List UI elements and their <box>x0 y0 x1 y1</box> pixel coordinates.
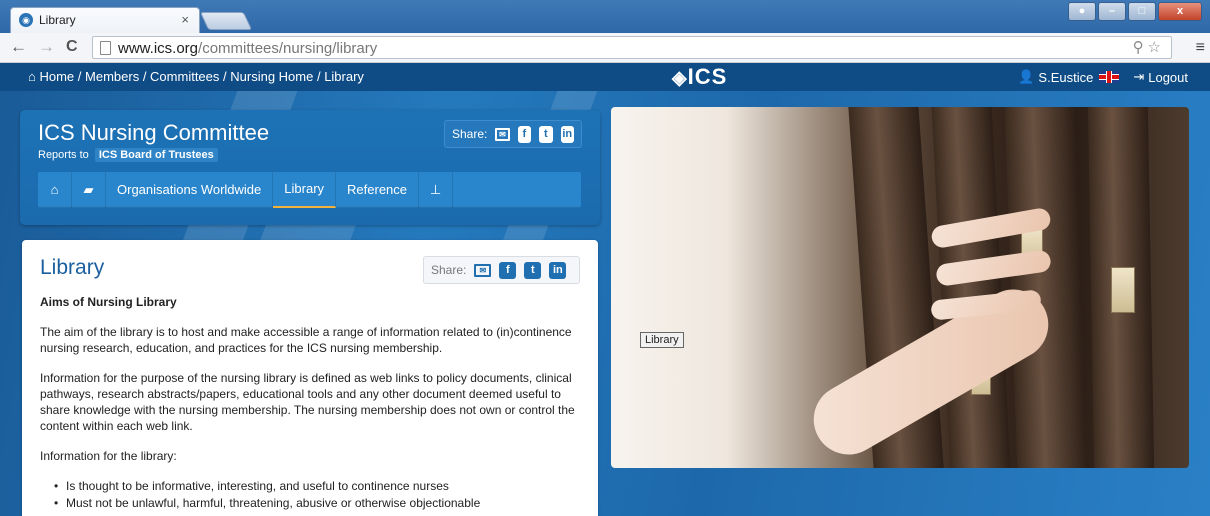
committee-title: ICS Nursing Committee <box>38 120 270 145</box>
tab-close-icon[interactable]: × <box>181 12 189 27</box>
logout-link[interactable]: Logout <box>1148 70 1188 85</box>
nav-folder-icon[interactable]: ▰ <box>72 172 106 208</box>
uk-flag-icon[interactable] <box>1099 71 1120 83</box>
twitter-share-icon[interactable]: t <box>524 261 542 279</box>
username-link[interactable]: S.Eustice <box>1038 70 1093 85</box>
logout-icon[interactable]: ⇥ <box>1133 69 1144 85</box>
page-icon <box>100 41 111 55</box>
ics-logo-mark-icon: ◈ <box>672 68 688 89</box>
tab-title: Library <box>39 13 76 27</box>
user-area: 👤 S.Eustice ⇥ Logout <box>1018 69 1188 85</box>
browser-toolbar: ← → C www.ics.org/committees/nursing/lib… <box>0 33 1210 63</box>
library-card: Library Share: ✉ f t in Aims of Nursing … <box>22 240 598 516</box>
board-of-trustees-link[interactable]: ICS Board of Trustees <box>94 148 218 162</box>
library-paragraph: Information for the library: <box>40 449 177 463</box>
library-paragraph: Information for the purpose of the nursi… <box>40 371 575 433</box>
close-window-button[interactable]: x <box>1158 2 1202 21</box>
twitter-share-icon[interactable]: t <box>539 125 553 143</box>
nav-sitemap-icon[interactable]: ⊥ <box>419 172 454 208</box>
user-icon: 👤 <box>1018 69 1035 84</box>
facebook-share-icon[interactable]: f <box>517 125 532 143</box>
breadcrumb: ⌂ Home / Members / Committees / Nursing … <box>28 69 364 84</box>
browser-tab[interactable]: ◉ Library × <box>10 7 200 33</box>
library-title: Library <box>40 256 105 279</box>
breadcrumb-home[interactable]: Home <box>39 69 74 84</box>
ics-logo[interactable]: ◈ICS <box>672 64 727 90</box>
email-share-icon[interactable]: ✉ <box>495 127 510 141</box>
book-spine <box>931 107 1011 468</box>
library-criteria-list: Is thought to be informative, interestin… <box>54 478 588 511</box>
breadcrumb-members[interactable]: Members <box>85 69 139 84</box>
book-spine <box>1004 107 1088 468</box>
committee-panel: ICS Nursing Committee Reports to ICS Boa… <box>20 110 600 225</box>
back-arrow-icon[interactable]: ← <box>10 37 27 57</box>
library-body: Aims of Nursing Library The aim of the l… <box>40 294 588 512</box>
home-icon[interactable]: ⌂ <box>28 69 36 84</box>
linkedin-share-icon[interactable]: in <box>560 125 574 143</box>
breadcrumb-library: Library <box>324 69 364 84</box>
site-header: ⌂ Home / Members / Committees / Nursing … <box>0 63 1210 91</box>
browser-menu-icon[interactable]: ≡ <box>1196 39 1205 57</box>
share-label: Share: <box>452 127 488 141</box>
share-label: Share: <box>431 263 467 277</box>
bookmark-star-icon[interactable]: ⚲☆ <box>1133 38 1165 56</box>
address-bar[interactable]: www.ics.org/committees/nursing/library ⚲… <box>92 36 1172 59</box>
library-share-bar: Share: ✉ f t in <box>423 256 580 284</box>
facebook-share-icon[interactable]: f <box>499 261 517 279</box>
url-text[interactable]: www.ics.org/committees/nursing/library <box>118 40 377 57</box>
list-item: Is thought to be informative, interestin… <box>54 478 588 494</box>
committee-nav: ⌂ ▰ Organisations Worldwide Library Refe… <box>38 172 581 208</box>
forward-arrow-icon[interactable]: → <box>38 37 55 57</box>
minimize-button[interactable]: – <box>1098 2 1126 21</box>
browser-titlebar: ◉ Library × ● – □ x <box>0 0 1210 33</box>
library-hero-image <box>611 107 1189 468</box>
breadcrumb-nursing-home[interactable]: Nursing Home <box>230 69 313 84</box>
user-profile-icon[interactable]: ● <box>1068 2 1096 21</box>
tab-library[interactable]: Library <box>273 172 337 208</box>
breadcrumb-committees[interactable]: Committees <box>150 69 219 84</box>
committee-share-bar: Share: ✉ f t in <box>444 120 582 148</box>
reports-to: Reports to ICS Board of Trustees <box>38 148 218 162</box>
ics-favicon-icon: ◉ <box>19 13 33 27</box>
tab-organisations-worldwide[interactable]: Organisations Worldwide <box>106 172 274 208</box>
email-share-icon[interactable]: ✉ <box>474 263 492 277</box>
new-tab-button[interactable] <box>199 12 253 30</box>
window-controls: ● – □ x <box>1068 2 1202 21</box>
nav-home-icon[interactable]: ⌂ <box>38 172 72 208</box>
drawer-label <box>1111 267 1135 313</box>
list-item: Must not be unlawful, harmful, threateni… <box>54 495 588 511</box>
linkedin-share-icon[interactable]: in <box>549 261 567 279</box>
maximize-button[interactable]: □ <box>1128 2 1156 21</box>
reload-icon[interactable]: C <box>66 38 78 56</box>
image-tooltip: Library <box>640 332 684 348</box>
tab-reference[interactable]: Reference <box>336 172 420 208</box>
library-heading: Aims of Nursing Library <box>40 295 177 309</box>
library-paragraph: The aim of the library is to host and ma… <box>40 325 572 355</box>
